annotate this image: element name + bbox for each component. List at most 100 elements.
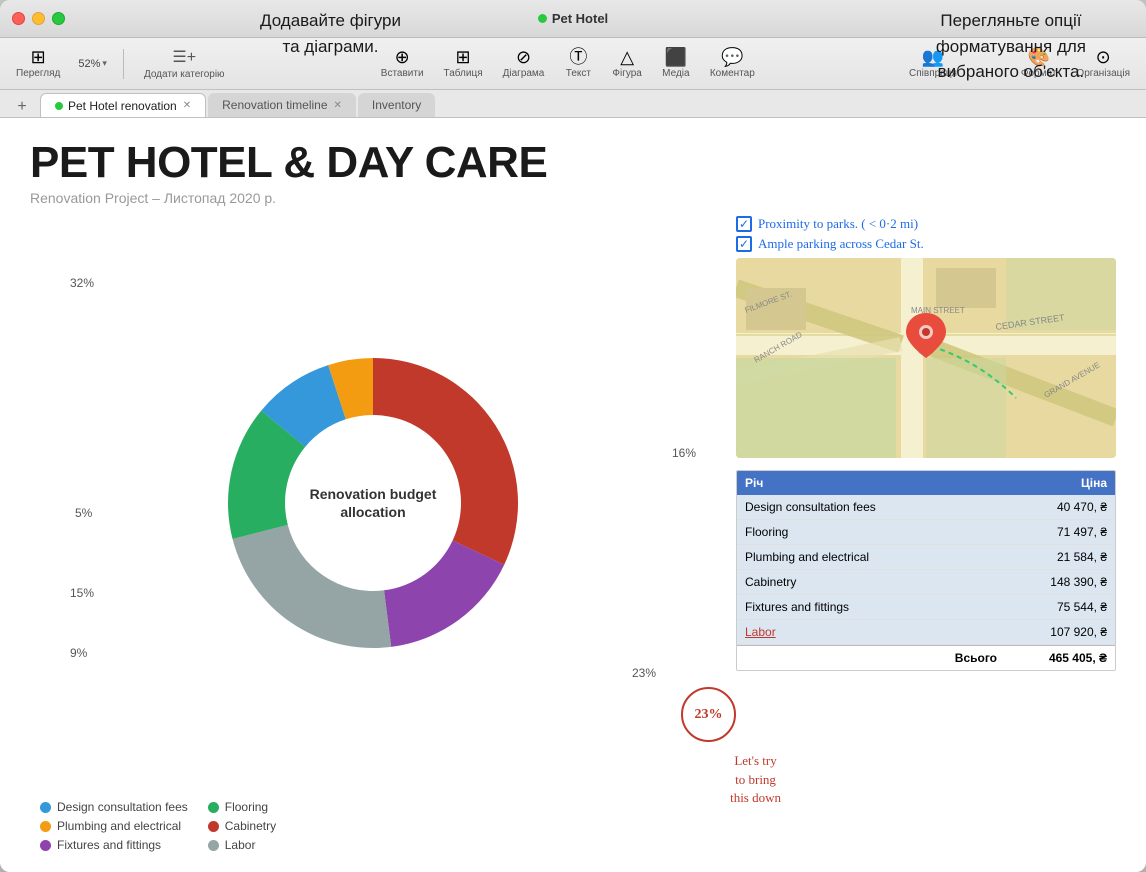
collab-icon: 👥 [922, 48, 944, 66]
donut-chart-wrapper: 32% 16% 5% 15% 9% 23% [30, 216, 716, 790]
tab-close-icon[interactable]: ✕ [183, 100, 191, 111]
header-item: Річ [737, 471, 1005, 495]
shape-button[interactable]: △ Фігура [604, 44, 649, 83]
view-button[interactable]: ⊞ Перегляд [8, 44, 68, 83]
row-item: Fixtures and fittings [737, 595, 1005, 619]
pct-23: 23% [632, 666, 656, 680]
legend-dot-design [40, 802, 51, 813]
shape-icon: △ [620, 48, 634, 66]
add-category-button[interactable]: ☰+ Додати категорію [134, 43, 235, 84]
legend-cabinetry: Cabinetry [208, 819, 276, 833]
map-image: CEDAR STREET FILMORE ST. MAIN STREET RAN… [736, 258, 1116, 458]
insert-icon: ⊕ [395, 48, 410, 66]
tab-dot [55, 102, 63, 110]
header-price: Ціна [1005, 471, 1115, 495]
donut-center-text: Renovation budget allocation [310, 485, 437, 521]
segment-fixtures [384, 540, 504, 646]
chart-icon: ⊘ [516, 48, 531, 66]
insert-label: Вставити [381, 68, 424, 79]
checklist: Proximity to parks. ( < 0·2 mi) Ample pa… [736, 216, 1116, 252]
row-price: 75 544, ₴ [1005, 595, 1115, 619]
table-button[interactable]: ⊞ Таблиця [436, 44, 491, 83]
add-tab-button[interactable]: + [12, 97, 32, 117]
text-icon: Ⓣ [569, 48, 587, 66]
row-price: 148 390, ₴ [1005, 570, 1115, 594]
pct-15: 15% [70, 586, 94, 600]
slide-content: PET HOTEL & DAY CARE Renovation Project … [0, 118, 1146, 872]
pct-9: 9% [70, 646, 87, 660]
legend-dot-labor [208, 840, 219, 851]
org-button[interactable]: ⊙ Організація [1068, 44, 1138, 83]
pct-5: 5% [75, 506, 92, 520]
chart-area: 32% 16% 5% 15% 9% 23% [30, 216, 716, 852]
title-bar: Pet Hotel [0, 0, 1146, 38]
org-icon: ⊙ [1096, 48, 1111, 66]
checkbox-2[interactable] [736, 236, 752, 252]
legend-dot-flooring [208, 802, 219, 813]
shape-label: Фігура [612, 68, 641, 79]
row-item: Design consultation fees [737, 495, 1005, 519]
row-item: Cabinetry [737, 570, 1005, 594]
svg-text:MAIN STREET: MAIN STREET [911, 306, 965, 315]
format-label: Формат [1021, 68, 1057, 79]
price-table: Річ Ціна Design consultation fees 40 470… [736, 470, 1116, 671]
row-item: Flooring [737, 520, 1005, 544]
format-icon: 🎨 [1027, 48, 1049, 66]
tab-label: Pet Hotel renovation [68, 99, 177, 113]
table-row: Design consultation fees 40 470, ₴ [737, 495, 1115, 520]
insert-button[interactable]: ⊕ Вставити [373, 44, 432, 83]
media-button[interactable]: ⬛ Медіа [654, 44, 698, 83]
app-window: Pet Hotel ⊞ Перегляд 52% ▾ ☰+ Додати кат… [0, 0, 1146, 872]
row-price: 21 584, ₴ [1005, 545, 1115, 569]
legend-flooring: Flooring [208, 800, 276, 814]
legend-plumbing: Plumbing and electrical [40, 819, 188, 833]
title-dot [538, 14, 547, 23]
tab-inventory[interactable]: Inventory [358, 93, 435, 117]
tab-label: Renovation timeline [222, 98, 327, 112]
callout-circle: 23% [681, 687, 736, 742]
close-button[interactable] [12, 12, 25, 25]
collab-button[interactable]: 👥 Співпраця [901, 44, 965, 83]
add-category-icon: ☰+ [172, 47, 196, 67]
row-price: 71 497, ₴ [1005, 520, 1115, 544]
row-price: 40 470, ₴ [1005, 495, 1115, 519]
text-button[interactable]: Ⓣ Текст [556, 44, 600, 83]
segment-labor [233, 525, 392, 648]
tab-close-icon[interactable]: ✕ [334, 100, 342, 111]
table-row: Fixtures and fittings 75 544, ₴ [737, 595, 1115, 620]
comment-label: Коментар [710, 68, 755, 79]
comment-button[interactable]: 💬 Коментар [702, 44, 763, 83]
checkbox-1[interactable] [736, 216, 752, 232]
toolbar: ⊞ Перегляд 52% ▾ ☰+ Додати категорію ⊕ В… [0, 38, 1146, 90]
legend-dot-fixtures [40, 840, 51, 851]
tab-pet-hotel-renovation[interactable]: Pet Hotel renovation ✕ [40, 93, 206, 117]
total-label: Всього [737, 646, 1005, 670]
format-button[interactable]: 🎨 Формат [1013, 44, 1065, 83]
table-row: Cabinetry 148 390, ₴ [737, 570, 1115, 595]
media-label: Медіа [662, 68, 689, 79]
org-label: Організація [1076, 68, 1130, 79]
text-label: Текст [566, 68, 591, 79]
media-icon: ⬛ [665, 48, 687, 66]
legend-labor: Labor [208, 838, 276, 852]
table-header: Річ Ціна [737, 471, 1115, 495]
annotation-callout: 23% [681, 687, 736, 742]
map-section: Proximity to parks. ( < 0·2 mi) Ample pa… [736, 216, 1116, 458]
legend-col-1: Design consultation fees Plumbing and el… [40, 800, 188, 852]
scale-button[interactable]: 52% ▾ [72, 54, 113, 74]
tabs-bar: + Pet Hotel renovation ✕ Renovation time… [0, 90, 1146, 118]
chart-label: Діаграма [503, 68, 545, 79]
minimize-button[interactable] [32, 12, 45, 25]
legend-dot-plumbing [40, 821, 51, 832]
collab-label: Співпраця [909, 68, 957, 79]
check-item-1: Proximity to parks. ( < 0·2 mi) [736, 216, 1116, 232]
window-title: Pet Hotel [538, 11, 608, 26]
add-category-label: Додати категорію [144, 69, 225, 80]
tab-renovation-timeline[interactable]: Renovation timeline ✕ [208, 93, 356, 117]
chart-button[interactable]: ⊘ Діаграма [495, 44, 553, 83]
traffic-lights [12, 12, 65, 25]
maximize-button[interactable] [52, 12, 65, 25]
chart-legend: Design consultation fees Plumbing and el… [30, 800, 716, 852]
table-row: Plumbing and electrical 21 584, ₴ [737, 545, 1115, 570]
chevron-down-icon: ▾ [102, 58, 107, 69]
